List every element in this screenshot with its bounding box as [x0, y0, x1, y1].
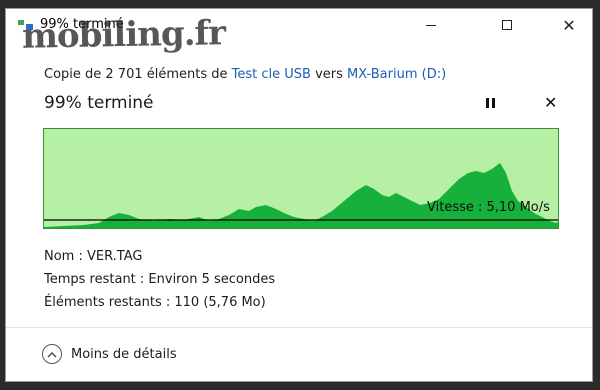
file-copy-icon — [18, 19, 34, 31]
cancel-button[interactable]: ✕ — [544, 93, 557, 112]
window-title: 99% terminé — [40, 17, 124, 32]
chevron-up-icon — [42, 344, 62, 364]
file-name: Nom : VER.TAG — [44, 249, 143, 264]
minimize-button[interactable] — [408, 9, 454, 41]
maximize-button[interactable] — [484, 9, 530, 41]
pause-icon — [485, 98, 489, 108]
destination-link[interactable]: MX-Barium (D:) — [347, 67, 446, 82]
close-icon: ✕ — [562, 15, 576, 35]
pause-button[interactable] — [482, 95, 498, 111]
copy-progress-window: 99% terminé ✕ Copie de 2 701 éléments de… — [5, 8, 593, 382]
footer-divider — [6, 327, 592, 328]
source-link[interactable]: Test cle USB — [232, 67, 311, 82]
less-details-label: Moins de détails — [71, 346, 177, 362]
copy-description: Copie de 2 701 éléments de Test cle USB … — [44, 67, 446, 82]
close-button[interactable]: ✕ — [546, 9, 592, 41]
maximize-icon — [502, 20, 512, 30]
title-bar: 99% terminé ✕ — [6, 9, 592, 41]
less-details-button[interactable]: Moins de détails — [42, 344, 177, 364]
copy-middle: vers — [310, 67, 348, 82]
speed-area — [44, 163, 558, 228]
items-remaining: Éléments restants : 110 (5,76 Mo) — [44, 295, 266, 310]
minimize-icon — [426, 24, 436, 26]
speed-label: Vitesse : 5,10 Mo/s — [427, 200, 550, 215]
time-remaining: Temps restant : Environ 5 secondes — [44, 272, 276, 287]
progress-title: 99% terminé — [44, 93, 154, 113]
copy-prefix: Copie de 2 701 éléments de — [44, 67, 232, 82]
